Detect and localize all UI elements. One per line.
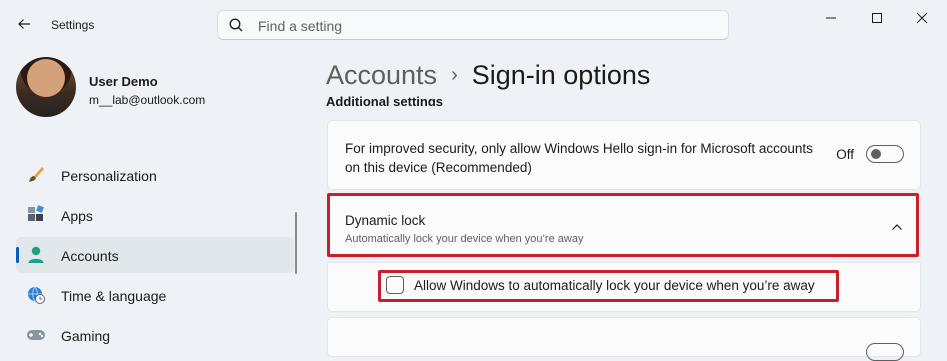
setting-description: For improved security, only allow Window… — [345, 141, 813, 175]
toggle-state-label: Off — [836, 146, 854, 162]
globe-clock-icon — [26, 285, 46, 305]
sidebar-item-accounts[interactable]: Accounts — [16, 237, 294, 273]
paintbrush-icon — [26, 165, 46, 185]
close-icon — [916, 12, 928, 24]
sidebar-item-label: Personalization — [61, 168, 157, 184]
sidebar-scrollbar[interactable] — [295, 212, 297, 274]
chevron-right-icon: › — [451, 64, 458, 86]
close-button[interactable] — [899, 6, 945, 30]
title-bar: Settings Find a setting — [0, 0, 947, 48]
sidebar-item-personalization[interactable]: Personalization — [16, 157, 294, 193]
highlight-box — [327, 193, 919, 257]
user-name: User Demo — [89, 74, 158, 89]
avatar — [16, 57, 76, 117]
hello-only-toggle[interactable] — [866, 145, 904, 163]
sidebar-item-label: Time & language — [61, 288, 167, 304]
next-setting-toggle[interactable] — [866, 343, 904, 361]
sidebar-item-label: Accounts — [61, 248, 119, 264]
minimize-icon — [826, 17, 836, 19]
breadcrumb: Accounts › Sign-in options — [326, 60, 650, 91]
setting-card-hello-only: For improved security, only allow Window… — [327, 120, 921, 190]
back-arrow-icon — [18, 19, 30, 29]
search-input[interactable]: Find a setting — [258, 18, 342, 34]
search-icon — [228, 17, 244, 38]
maximize-icon — [872, 13, 882, 23]
highlight-box — [378, 270, 839, 302]
breadcrumb-parent[interactable]: Accounts — [326, 60, 437, 90]
selection-indicator — [16, 247, 19, 263]
apps-icon — [26, 205, 46, 225]
search-box[interactable]: Find a setting — [217, 10, 729, 40]
page-title: Sign-in options — [471, 60, 651, 90]
maximize-button[interactable] — [854, 6, 900, 30]
setting-card-next — [327, 317, 921, 361]
gamepad-icon — [26, 325, 46, 345]
sidebar-item-label: Gaming — [61, 328, 111, 344]
user-email: m__lab@outlook.com — [89, 93, 206, 107]
sidebar-item-label: Apps — [61, 208, 93, 224]
toggle-knob — [871, 149, 881, 159]
minimize-button[interactable] — [808, 6, 854, 30]
person-icon — [26, 245, 46, 265]
toggle-group: Off — [836, 145, 904, 163]
app-title: Settings — [51, 18, 95, 32]
sidebar-item-time-language[interactable]: Time & language — [16, 277, 294, 313]
section-heading: Additional settings — [326, 94, 443, 106]
sidebar-item-gaming[interactable]: Gaming — [16, 317, 294, 353]
back-button[interactable] — [10, 12, 38, 36]
sidebar-item-apps[interactable]: Apps — [16, 197, 294, 233]
